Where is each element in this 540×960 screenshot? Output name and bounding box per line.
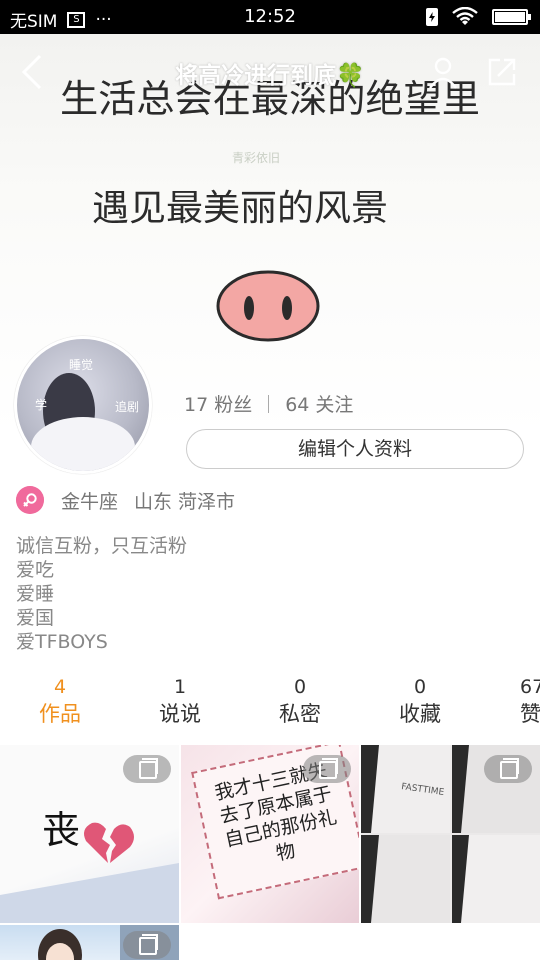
stats-divider <box>268 394 270 413</box>
status-right <box>426 7 531 27</box>
bio-line: 爱国 <box>16 607 55 629</box>
avatar[interactable]: 睡觉 追剧 学 <box>14 336 152 474</box>
tab-likes-count: 67 <box>520 676 540 698</box>
tab-favorites-label: 收藏 <box>399 702 441 726</box>
pig-nose-doodle <box>216 270 320 342</box>
work-tile[interactable]: FASTTIME <box>361 745 540 923</box>
cover-small-text: 青彩依旧 <box>232 150 280 165</box>
female-gender-icon <box>16 486 44 514</box>
works-grid: 丧 我才十三就失去了原本属于自己的那份礼物 FASTTIME <box>0 745 540 960</box>
tab-moments-count: 1 <box>173 676 187 698</box>
tab-works-count: 4 <box>53 676 67 698</box>
cover-line2: 遇见最美丽的风景 <box>92 188 388 229</box>
tab-works-label: 作品 <box>39 702 81 726</box>
work-tile[interactable]: 丧 <box>0 745 179 923</box>
tab-likes-label: 赞 <box>520 702 540 726</box>
tab-works[interactable]: 4 作品 <box>0 674 120 728</box>
bio: 诚信互粉，只互活粉 爱吃 爱睡 爱国 爱TFBOYS <box>16 534 187 654</box>
tab-favorites-count: 0 <box>413 676 427 698</box>
avatar-image: 睡觉 追剧 学 <box>31 358 139 471</box>
avatar-text-drama: 追剧 <box>115 399 139 414</box>
share-icon[interactable] <box>486 56 518 88</box>
multi-image-icon <box>123 931 171 959</box>
edit-profile-button[interactable]: 编辑个人资料 <box>186 429 524 469</box>
wifi-icon <box>452 7 478 25</box>
bio-line: 爱吃 <box>16 559 55 581</box>
avatar-text-study: 学 <box>35 397 47 412</box>
bio-line: 爱睡 <box>16 583 55 605</box>
bio-line: 诚信互粉，只互活粉 <box>16 535 188 557</box>
tab-private[interactable]: 0 私密 <box>240 674 360 728</box>
multi-image-icon <box>303 755 351 783</box>
multi-image-icon <box>123 755 171 783</box>
tab-private-label: 私密 <box>279 702 321 726</box>
tab-private-count: 0 <box>293 676 307 698</box>
charging-icon <box>426 8 438 26</box>
avatar-text-sleep: 睡觉 <box>69 358 93 372</box>
tab-favorites[interactable]: 0 收藏 <box>360 674 480 728</box>
follow-stats: 17 粉丝 64 关注 <box>184 390 353 417</box>
work-tile[interactable]: 我才十三就失去了原本属于自己的那份礼物 <box>181 745 359 923</box>
page-title: 将高冷进行到底🍀 <box>175 63 365 89</box>
user-icon[interactable] <box>428 56 458 90</box>
tab-moments[interactable]: 1 说说 <box>120 674 240 728</box>
top-nav: 将高冷进行到底🍀 <box>0 34 540 106</box>
battery-icon <box>492 9 531 25</box>
tab-moments-label: 说说 <box>159 702 201 726</box>
bio-line: 爱TFBOYS <box>16 631 108 653</box>
status-bar: 无SIM S ··· 12:52 <box>0 0 540 34</box>
multi-image-icon <box>484 755 532 783</box>
profile-tabs: 4 作品 1 说说 0 私密 0 收藏 67 赞 <box>0 674 540 734</box>
tab-likes[interactable]: 67 赞 <box>480 674 540 728</box>
follows-count[interactable]: 64 关注 <box>285 390 353 417</box>
work-tile[interactable] <box>0 925 179 960</box>
tile-text: 丧 <box>42 808 80 852</box>
location-label: 山东 菏泽市 <box>134 490 236 513</box>
battery-level <box>495 12 525 22</box>
fans-count[interactable]: 17 粉丝 <box>184 390 252 417</box>
profile-info-row: 金牛座 山东 菏泽市 <box>16 486 235 514</box>
zodiac-label: 金牛座 <box>61 490 119 513</box>
